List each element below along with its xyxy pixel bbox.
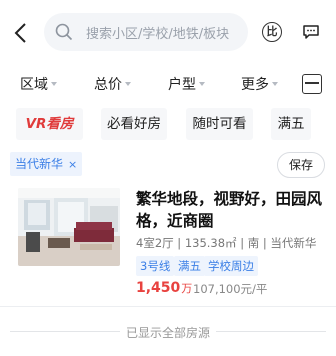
divider [10, 331, 120, 332]
end-of-list-text: 已显示全部房源 [125, 326, 210, 340]
chip-vr[interactable]: VR看房 [16, 108, 83, 140]
badge-school: 学校周边 [204, 256, 258, 276]
search-bar[interactable]: 搜索小区/学校/地铁/板块 [44, 13, 248, 51]
unit-price: 107,100元/平 [193, 282, 268, 296]
chevron-down-icon [125, 82, 131, 86]
back-arrow-icon[interactable] [12, 22, 30, 44]
compare-icon[interactable]: 比 [262, 22, 282, 42]
end-of-list: 已显示全部房源 [0, 322, 336, 342]
search-placeholder: 搜索小区/学校/地铁/板块 [86, 27, 230, 42]
chevron-down-icon [51, 82, 57, 86]
selected-tag[interactable]: 当代新华 × [10, 152, 83, 176]
save-button[interactable]: 保存 [277, 152, 325, 178]
badge-five-years: 满五 [174, 256, 205, 276]
listing-card[interactable]: 繁华地段，视野好，田园风格，近商圈 4室2厅 | 135.38㎡ | 南 | 当… [0, 180, 336, 304]
filter-layout[interactable]: 户型 [168, 74, 205, 94]
chevron-down-icon [272, 82, 278, 86]
filter-more[interactable]: 更多 [241, 74, 278, 94]
filter-price[interactable]: 总价 [94, 74, 131, 94]
filter-area[interactable]: 区域 [20, 74, 57, 94]
listing-meta: 4室2厅 | 135.38㎡ | 南 | 当代新华 [136, 236, 317, 250]
badge-metro: 3号线 [136, 256, 175, 276]
close-icon[interactable]: × [68, 158, 77, 171]
chip-five-years[interactable]: 满五 [271, 108, 311, 140]
message-icon[interactable] [302, 24, 320, 40]
divider [0, 306, 336, 307]
search-icon [55, 23, 73, 41]
divider [216, 331, 326, 332]
quick-filter-chips: VR看房 必看好房 随时可看 满五 [0, 108, 336, 142]
list-view-icon[interactable] [302, 74, 322, 94]
filter-bar: 区域 总价 户型 更多 [0, 70, 336, 100]
chip-must-see[interactable]: 必看好房 [101, 108, 167, 140]
chip-anytime[interactable]: 随时可看 [186, 108, 253, 140]
total-price: 1,450万 [136, 280, 193, 296]
listing-photo[interactable] [18, 188, 120, 266]
chevron-down-icon [199, 82, 205, 86]
top-bar: 搜索小区/学校/地铁/板块 比 [0, 0, 336, 64]
selected-filters: 当代新华 × 保存 [0, 152, 336, 178]
listing-title[interactable]: 繁华地段，视野好，田园风格，近商圈 [136, 188, 326, 232]
